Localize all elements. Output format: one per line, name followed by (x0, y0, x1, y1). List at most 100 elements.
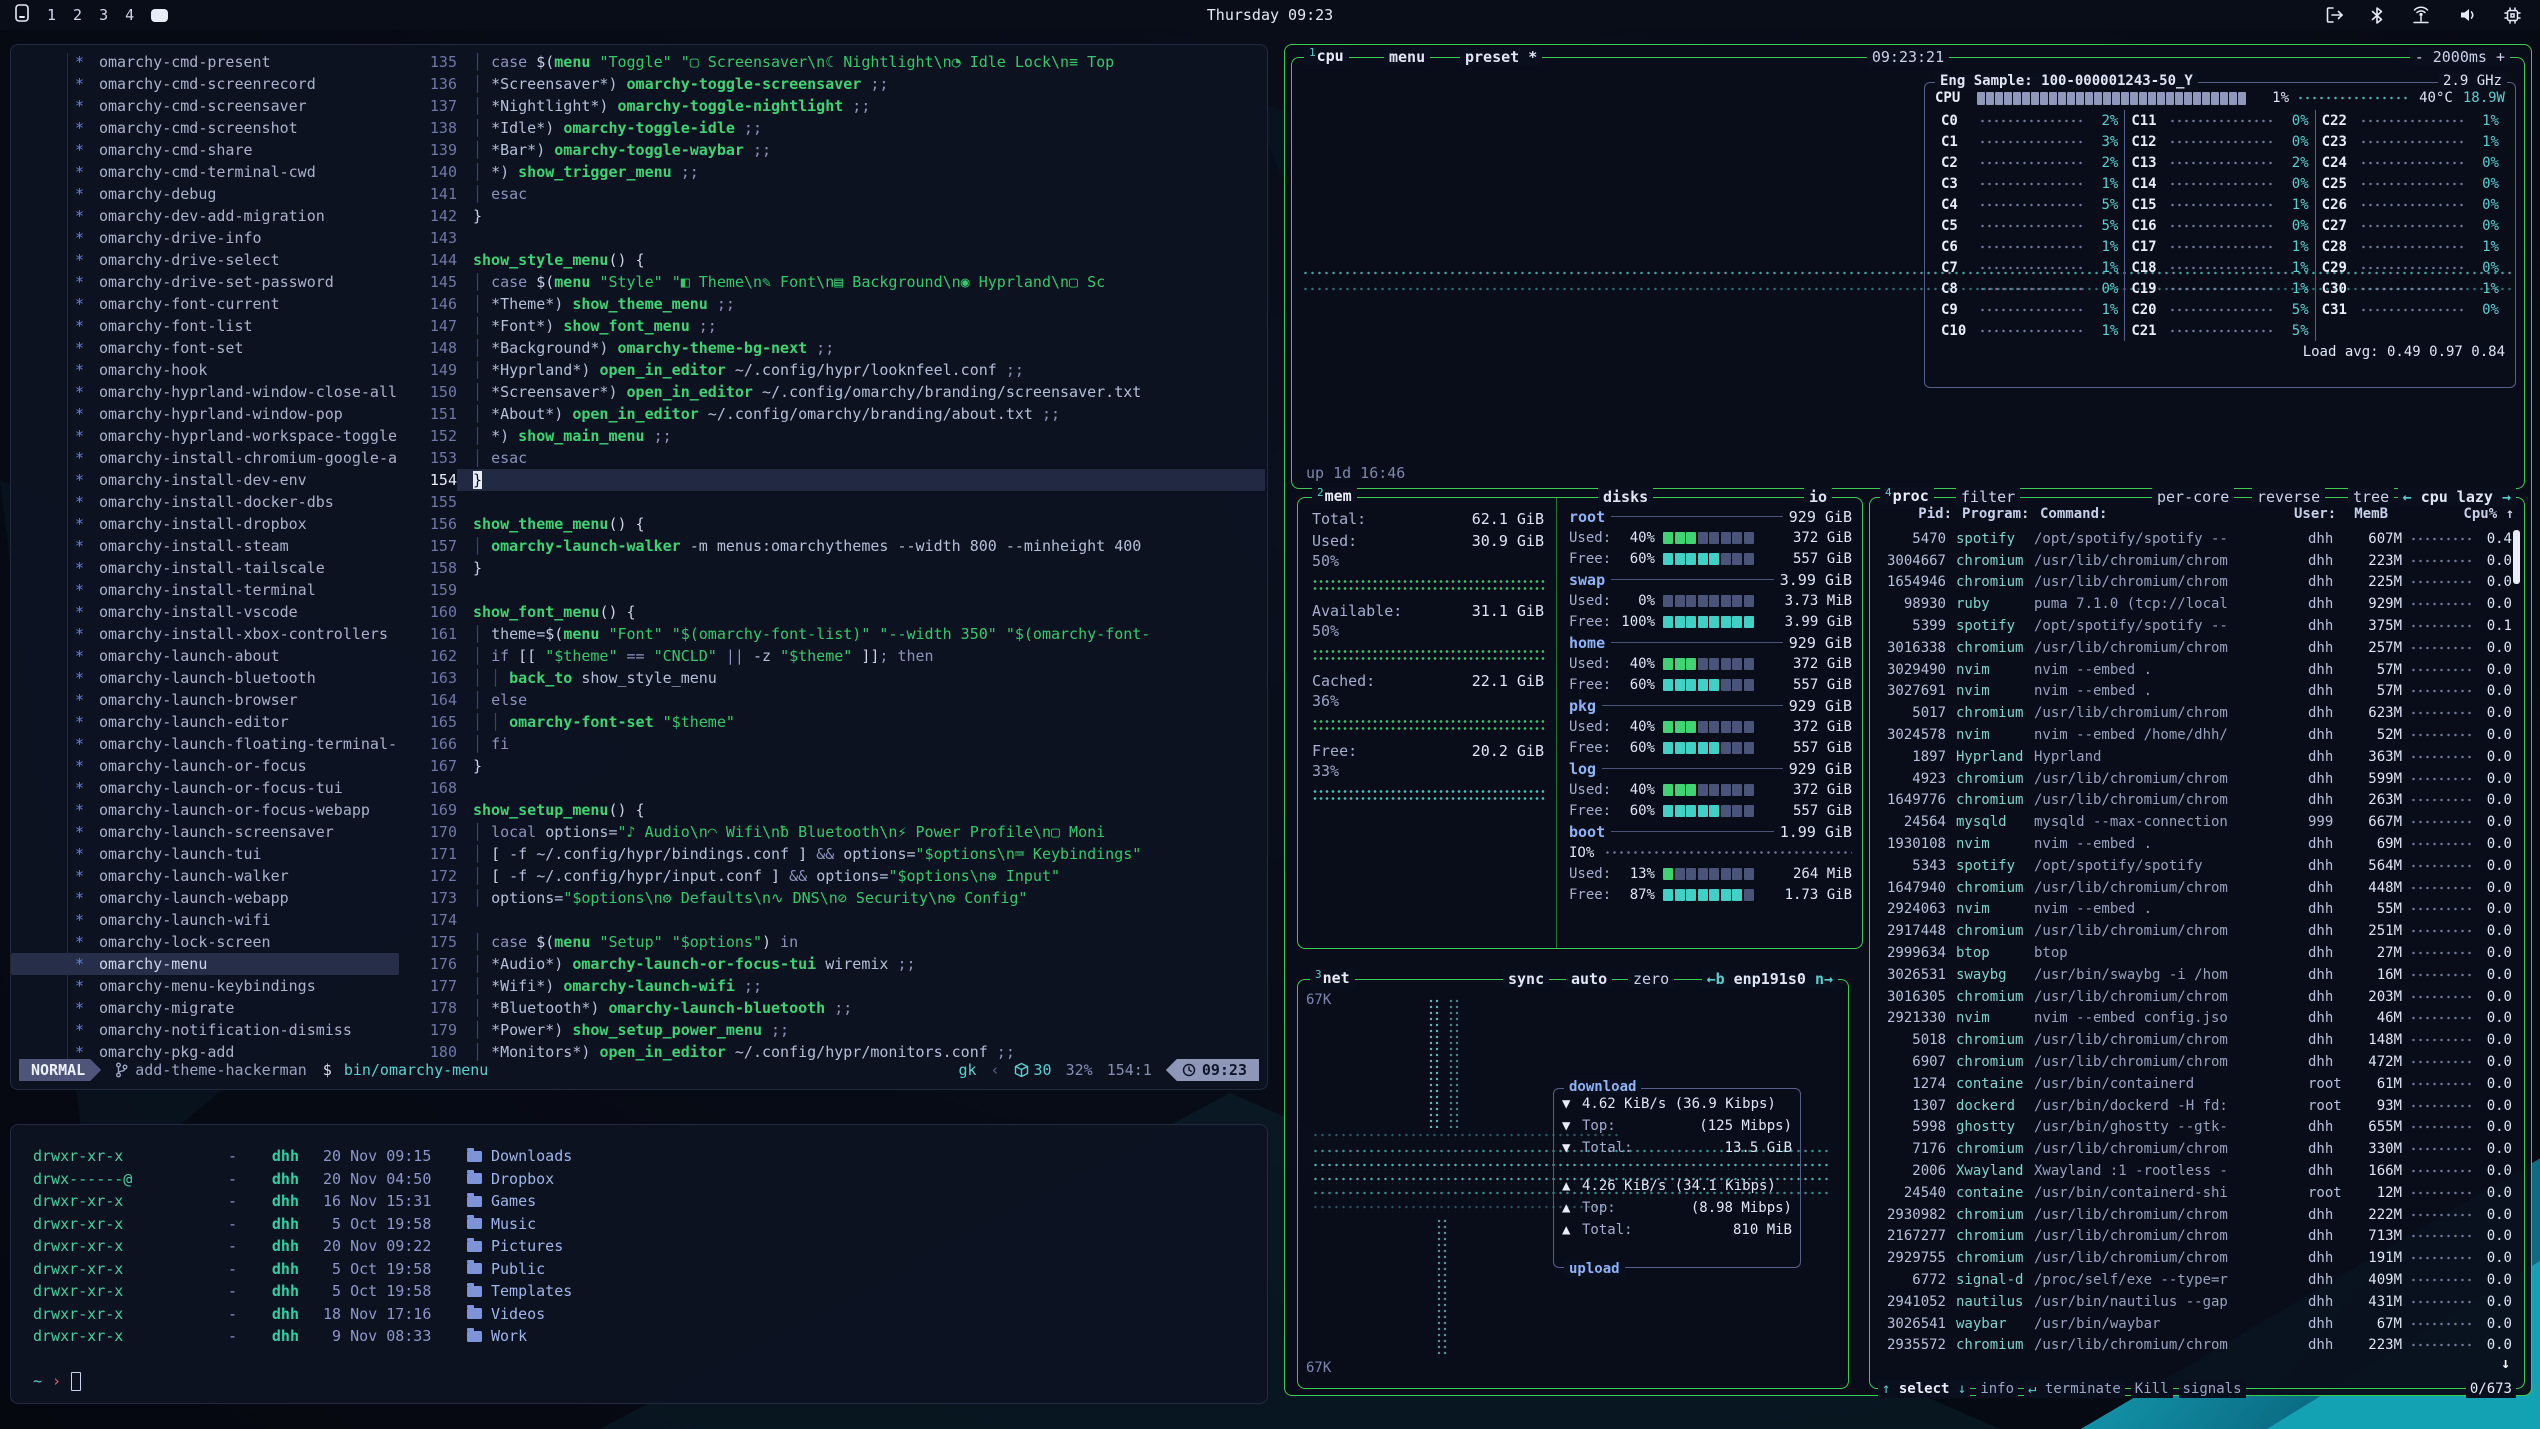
editor-line[interactable]: *omarchy-cmd-screenrecord136│ *Screensav… (11, 73, 1265, 95)
process-row[interactable]: 6772signal-d/proc/self/exe --type=rdhh40… (1874, 1269, 2512, 1291)
process-row[interactable]: 3027691nvimnvim --embed .dhh57M0.0 (1874, 681, 2512, 703)
proc-terminate-button[interactable]: ↵ terminate (2024, 1380, 2125, 1398)
workspace-3[interactable]: 3 (99, 6, 108, 24)
sidebar-item-omarchy-cmd-screenrecord[interactable]: *omarchy-cmd-screenrecord (11, 73, 399, 95)
sidebar-item-omarchy-dev-add-migration[interactable]: *omarchy-dev-add-migration (11, 205, 399, 227)
omarchy-logo-icon[interactable] (14, 4, 30, 26)
sidebar-item-omarchy-install-vscode[interactable]: *omarchy-install-vscode (11, 601, 399, 623)
net-zero-tab[interactable]: zero (1628, 970, 1674, 988)
sidebar-item-omarchy-launch-browser[interactable]: *omarchy-launch-browser (11, 689, 399, 711)
editor-line[interactable]: *omarchy-launch-walker172│ [ -f ~/.confi… (11, 865, 1265, 887)
workspace-2[interactable]: 2 (73, 6, 82, 24)
process-row[interactable]: 2930982chromium/usr/lib/chromium/chromdh… (1874, 1204, 2512, 1226)
process-row[interactable]: 1274containe/usr/bin/containerdroot61M0.… (1874, 1073, 2512, 1095)
editor-line[interactable]: *omarchy-hyprland-window-pop151│ *About*… (11, 403, 1265, 425)
editor-line[interactable]: *omarchy-drive-select144show_style_menu(… (11, 249, 1265, 271)
process-row[interactable]: 6907chromium/usr/lib/chromium/chromdhh47… (1874, 1051, 2512, 1073)
sidebar-item-omarchy-launch-about[interactable]: *omarchy-launch-about (11, 645, 399, 667)
update-interval-control[interactable]: - 2000ms + (2410, 48, 2510, 66)
process-row[interactable]: 1897HyprlandHyprlanddhh363M0.0 (1874, 746, 2512, 768)
sidebar-item-omarchy-cmd-screenshot[interactable]: *omarchy-cmd-screenshot (11, 117, 399, 139)
proc-kill-button[interactable]: Kill (2131, 1380, 2173, 1398)
net-auto-tab[interactable]: auto (1566, 970, 1612, 988)
sidebar-item-omarchy-install-xbox-controllers[interactable]: *omarchy-install-xbox-controllers (11, 623, 399, 645)
editor-line[interactable]: *omarchy-hyprland-window-close-all150│ *… (11, 381, 1265, 403)
process-row[interactable]: 1647940chromium/usr/lib/chromium/chromdh… (1874, 877, 2512, 899)
process-row[interactable]: 4923chromium/usr/lib/chromium/chromdhh59… (1874, 768, 2512, 790)
editor-line[interactable]: *omarchy-launch-screensaver170│ local op… (11, 821, 1265, 843)
process-row[interactable]: 7176chromium/usr/lib/chromium/chromdhh33… (1874, 1138, 2512, 1160)
sidebar-item-omarchy-install-tailscale[interactable]: *omarchy-install-tailscale (11, 557, 399, 579)
sidebar-item-omarchy-launch-walker[interactable]: *omarchy-launch-walker (11, 865, 399, 887)
editor-line[interactable]: *omarchy-font-set148│ *Background*) omar… (11, 337, 1265, 359)
editor-line[interactable]: *omarchy-cmd-terminal-cwd140│ *) show_tr… (11, 161, 1265, 183)
sidebar-item-omarchy-launch-webapp[interactable]: *omarchy-launch-webapp (11, 887, 399, 909)
sidebar-item-omarchy-drive-select[interactable]: *omarchy-drive-select (11, 249, 399, 271)
editor-line[interactable]: *omarchy-launch-bluetooth163│ │ back_to … (11, 667, 1265, 689)
sidebar-item-omarchy-launch-or-focus-webapp[interactable]: *omarchy-launch-or-focus-webapp (11, 799, 399, 821)
sidebar-item-omarchy-launch-tui[interactable]: *omarchy-launch-tui (11, 843, 399, 865)
process-row[interactable]: 3026531swaybg/usr/bin/swaybg -i /homdhh1… (1874, 964, 2512, 986)
cpu-chip-icon[interactable] (2503, 6, 2522, 25)
editor-line[interactable]: *omarchy-cmd-share139│ *Bar*) omarchy-to… (11, 139, 1265, 161)
sidebar-item-omarchy-menu[interactable]: *omarchy-menu (11, 953, 399, 975)
editor-line[interactable]: *omarchy-install-vscode160show_font_menu… (11, 601, 1265, 623)
sidebar-item-omarchy-launch-screensaver[interactable]: *omarchy-launch-screensaver (11, 821, 399, 843)
editor-line[interactable]: *omarchy-cmd-present135│ case $(menu "To… (11, 51, 1265, 73)
proc-info-button[interactable]: info (1976, 1380, 2018, 1398)
proc-tree-tab[interactable]: tree (2348, 488, 2394, 506)
process-row[interactable]: 2921330nvimnvim --embed config.jsodhh46M… (1874, 1008, 2512, 1030)
editor-line[interactable]: *omarchy-install-xbox-controllers161│ th… (11, 623, 1265, 645)
editor-line[interactable]: *omarchy-hook149│ *Hyprland*) open_in_ed… (11, 359, 1265, 381)
editor-line[interactable]: *omarchy-launch-floating-terminal-166│ f… (11, 733, 1265, 755)
sidebar-item-omarchy-lock-screen[interactable]: *omarchy-lock-screen (11, 931, 399, 953)
sidebar-item-omarchy-install-dropbox[interactable]: *omarchy-install-dropbox (11, 513, 399, 535)
editor-line[interactable]: *omarchy-install-steam157│ omarchy-launc… (11, 535, 1265, 557)
proc-scrollbar[interactable] (2513, 530, 2520, 584)
net-sync-tab[interactable]: sync (1503, 970, 1549, 988)
editor-line[interactable]: *omarchy-menu-keybindings177│ *Wifi*) om… (11, 975, 1265, 997)
editor-line[interactable]: *omarchy-drive-set-password145│ case $(m… (11, 271, 1265, 293)
sidebar-item-omarchy-install-dev-env[interactable]: *omarchy-install-dev-env (11, 469, 399, 491)
net-box-title[interactable]: 3net (1310, 969, 1355, 987)
wifi-icon[interactable] (2410, 6, 2432, 25)
sidebar-item-omarchy-font-list[interactable]: *omarchy-font-list (11, 315, 399, 337)
sidebar-item-omarchy-notification-dismiss[interactable]: *omarchy-notification-dismiss (11, 1019, 399, 1041)
process-row[interactable]: 2006XwaylandXwayland :1 -rootless -dhh16… (1874, 1160, 2512, 1182)
process-row[interactable]: 2941052nautilus/usr/bin/nautilus --gapdh… (1874, 1291, 2512, 1313)
editor-line[interactable]: *omarchy-dev-add-migration142} (11, 205, 1265, 227)
editor-line[interactable]: *omarchy-launch-wifi174 (11, 909, 1265, 931)
sidebar-item-omarchy-hook[interactable]: *omarchy-hook (11, 359, 399, 381)
editor-line[interactable]: *omarchy-debug141│ esac (11, 183, 1265, 205)
logout-icon[interactable] (2325, 6, 2344, 24)
process-row[interactable]: 2929755chromium/usr/lib/chromium/chromdh… (1874, 1247, 2512, 1269)
sidebar-item-omarchy-cmd-screensaver[interactable]: *omarchy-cmd-screensaver (11, 95, 399, 117)
sidebar-item-omarchy-launch-floating-terminal-[interactable]: *omarchy-launch-floating-terminal- (11, 733, 399, 755)
editor-line[interactable]: *omarchy-drive-info143 (11, 227, 1265, 249)
editor-line[interactable]: *omarchy-install-terminal159 (11, 579, 1265, 601)
sidebar-item-omarchy-launch-or-focus-tui[interactable]: *omarchy-launch-or-focus-tui (11, 777, 399, 799)
editor-line[interactable]: *omarchy-launch-or-focus-tui168 (11, 777, 1265, 799)
editor-line[interactable]: *omarchy-lock-screen175│ case $(menu "Se… (11, 931, 1265, 953)
btop-menu-tab[interactable]: menu (1384, 48, 1430, 66)
sidebar-item-omarchy-install-steam[interactable]: *omarchy-install-steam (11, 535, 399, 557)
editor-line[interactable]: *omarchy-font-list147│ *Font*) show_font… (11, 315, 1265, 337)
sidebar-item-omarchy-hyprland-window-close-all[interactable]: *omarchy-hyprland-window-close-all (11, 381, 399, 403)
editor-line[interactable]: *omarchy-menu176│ *Audio*) omarchy-launc… (11, 953, 1265, 975)
process-row[interactable]: 24540containe/usr/bin/containerd-shiroot… (1874, 1182, 2512, 1204)
btop-preset-tab[interactable]: preset * (1460, 48, 1542, 66)
editor-line[interactable]: *omarchy-install-dev-env154} (11, 469, 1265, 491)
bluetooth-icon[interactable] (2370, 6, 2384, 25)
workspace-1[interactable]: 1 (47, 6, 56, 24)
process-row[interactable]: 2935572chromium/usr/lib/chromium/chromdh… (1874, 1334, 2512, 1356)
editor-line[interactable]: *omarchy-install-docker-dbs155 (11, 491, 1265, 513)
net-interface-switcher[interactable]: ←b enp191s0 n→ (1702, 970, 1838, 988)
process-row[interactable]: 2167277chromium/usr/lib/chromium/chromdh… (1874, 1226, 2512, 1248)
process-row[interactable]: 2924063nvimnvim --embed .dhh55M0.0 (1874, 899, 2512, 921)
sidebar-item-omarchy-debug[interactable]: *omarchy-debug (11, 183, 399, 205)
editor-line[interactable]: *omarchy-launch-tui171│ [ -f ~/.config/h… (11, 843, 1265, 865)
process-row[interactable]: 1649776chromium/usr/lib/chromium/chromdh… (1874, 790, 2512, 812)
process-row[interactable]: 3024578nvimnvim --embed /home/dhh/dhh52M… (1874, 724, 2512, 746)
process-row[interactable]: 3016305chromium/usr/lib/chromium/chromdh… (1874, 986, 2512, 1008)
sidebar-item-omarchy-drive-info[interactable]: *omarchy-drive-info (11, 227, 399, 249)
